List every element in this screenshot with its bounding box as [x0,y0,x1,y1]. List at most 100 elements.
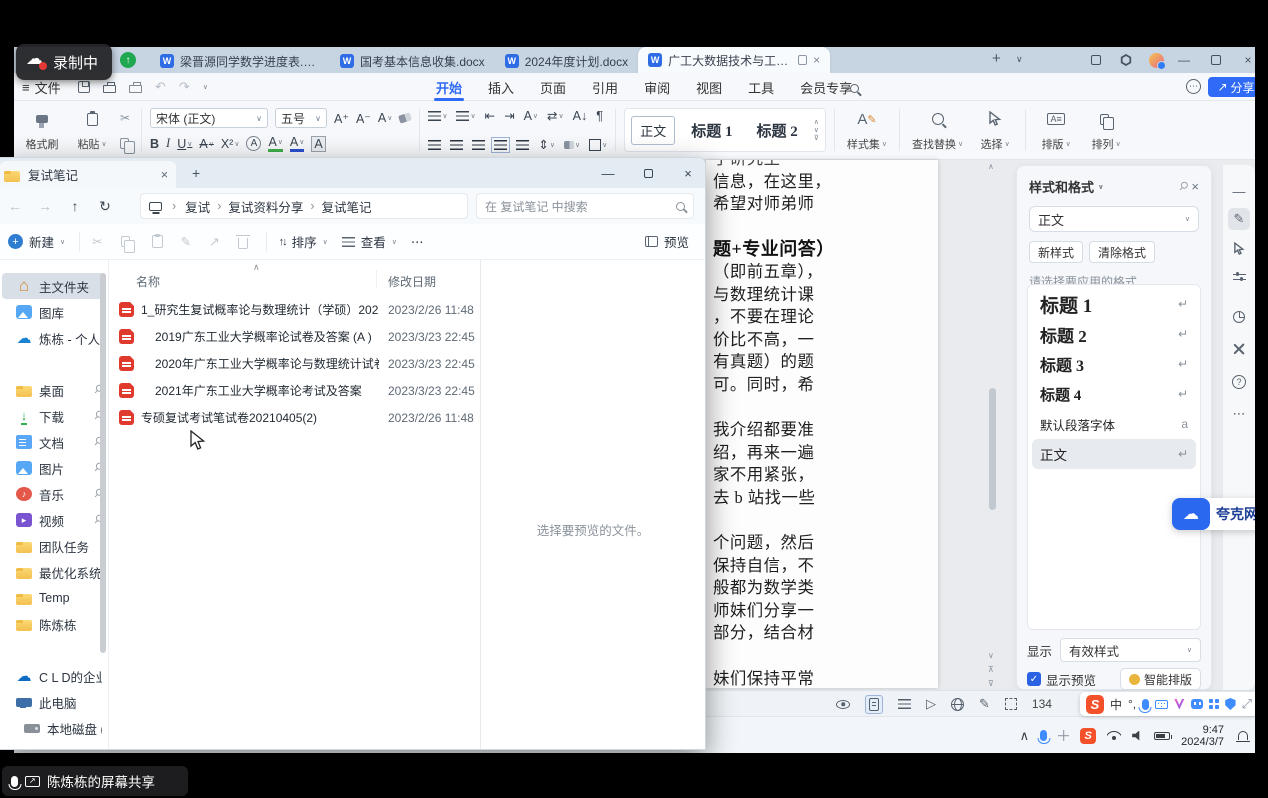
ink-pen-icon[interactable]: ✎ [979,696,990,712]
style-gallery-item[interactable]: 标题 1 [683,116,740,145]
recording-badge[interactable]: 录制中 [16,44,112,80]
fullscreen-icon[interactable] [1005,698,1017,710]
align-right-icon[interactable] [472,140,485,150]
tab-list-caret-icon[interactable]: ∨ [1016,54,1023,65]
increase-font-icon[interactable]: A⁺ [334,111,349,126]
styles-pen-icon[interactable]: ✎ [1228,208,1250,230]
chart-tools-icon[interactable] [1228,306,1250,328]
gallery-down-icon[interactable]: ∨ [814,126,819,134]
print-icon[interactable] [103,85,116,93]
style-set-button[interactable]: A✎ 样式集∨ [843,105,891,155]
italic-icon[interactable]: I [166,136,170,151]
document-tab[interactable]: 2024年度计划.docx × [495,49,638,73]
document-tab[interactable]: 梁晋源同学数学进度表.docx × [150,49,330,73]
bold-icon[interactable]: B [150,137,159,151]
explorer-close-button[interactable]: × [668,158,708,188]
ime-apps-grid-icon[interactable] [1209,699,1219,710]
enclose-char-icon[interactable]: A [246,136,261,151]
explorer-tab[interactable]: 复试笔记 × [0,161,176,188]
ribbon-tab[interactable]: 会员专享 [798,73,854,101]
panel-title-caret-icon[interactable]: ∨ [1098,183,1104,191]
ime-shield-icon[interactable] [1225,698,1235,710]
sidebar-item[interactable]: 陈炼栋 [2,611,106,637]
search-icon[interactable] [850,81,859,96]
pin-panel-icon[interactable] [1179,179,1187,194]
show-marks-icon[interactable]: ¶ [596,109,603,123]
close-button[interactable]: × [1240,52,1255,68]
selection-pane-icon[interactable] [1228,238,1250,260]
style-list-item[interactable]: 正文 ↵ [1032,439,1196,469]
play-presentation-icon[interactable]: ▷ [926,696,936,712]
file-row[interactable]: 2019广东工业大学概率论试卷及答案 (A ) 2023/3/23 22:45 [109,323,480,350]
tray-mic-icon[interactable] [1040,730,1047,741]
strikethrough-icon[interactable]: A∨ [199,137,213,151]
sidebar-item[interactable]: 图库 [2,299,106,325]
explorer-maximize-button[interactable] [628,158,668,188]
print-preview-icon[interactable] [129,85,142,93]
more-commands-icon[interactable]: ⋯ [411,234,424,249]
format-painter-button[interactable]: 格式刷 [20,105,64,155]
prev-page-icon[interactable]: ⊼ [988,665,994,674]
numbered-list-icon[interactable]: ∨ [456,111,475,121]
ribbon-tab[interactable]: 插入 [486,73,516,101]
clear-format-icon[interactable] [398,112,412,123]
scroll-down-icon[interactable]: ∨ [988,651,994,660]
show-filter-select[interactable]: 有效样式 ∨ [1060,638,1201,662]
paste-command-icon[interactable] [152,235,163,248]
minimize-button[interactable]: — [1176,52,1192,68]
collaboration-icon[interactable]: ⋯ [1186,79,1201,94]
upload-status-icon[interactable]: ↑ [120,52,136,68]
explorer-search-input[interactable]: 在 复试笔记 中搜索 [476,193,694,219]
date-column-header[interactable]: 修改日期 [388,273,436,290]
sidebar-item[interactable]: 文档 [2,429,106,455]
style-list-item[interactable]: 标题 4 ↵ [1032,379,1196,409]
select-button[interactable]: 选择∨ [973,105,1017,155]
close-panel-icon[interactable]: × [1191,179,1199,194]
underline-icon[interactable]: U∨ [177,137,192,151]
sidebar-item[interactable]: 图片 [2,455,106,481]
arrange-button[interactable]: 排列∨ [1084,105,1128,155]
scrollbar-thumb[interactable] [989,388,996,510]
sidebar-item[interactable]: 此电脑 [2,689,106,715]
decrease-font-icon[interactable]: A⁻ [356,111,371,126]
tray-sogou-icon[interactable]: S [1080,728,1096,744]
ime-keyboard-icon[interactable] [1155,700,1168,709]
font-size-select[interactable]: 五号∨ [275,108,327,128]
preview-toggle-button[interactable]: 预览 [645,232,689,251]
file-menu[interactable]: ≡ 文件 [22,78,61,97]
file-row[interactable]: 2021年广东工业大学概率论考试及答案 2023/3/23 22:45 [109,377,480,404]
properties-sliders-icon[interactable] [1228,266,1250,288]
breadcrumb-segment[interactable]: 复试笔记 [322,197,386,216]
highlight-color-icon[interactable]: A∨ [268,135,282,152]
quick-tools-icon[interactable] [1228,338,1250,360]
tray-utility-icon[interactable] [1058,730,1069,741]
font-name-select[interactable]: 宋体 (正文)∨ [150,108,268,128]
superscript-icon[interactable]: X²∨ [221,137,240,151]
share-button[interactable]: ↗ 分享 [1208,77,1255,97]
notifications-bell-icon[interactable] [1235,728,1251,744]
hidden-icons-chevron[interactable]: ∧ [1020,728,1030,744]
new-style-button[interactable]: 新样式 [1029,241,1083,263]
new-button[interactable]: + 新建∨ [14,232,65,251]
sidebar-item[interactable]: 下载 [2,403,106,429]
borders-icon[interactable]: ∨ [589,139,607,151]
sidebar-item[interactable]: 桌面 [2,377,106,403]
name-column-header[interactable]: 名称 [136,273,160,290]
save-icon[interactable] [78,81,90,93]
help-icon[interactable]: ? [1228,371,1250,393]
forward-icon[interactable]: → [30,198,60,214]
undo-icon[interactable]: ↶ [155,79,166,95]
justify-icon[interactable] [494,140,507,150]
document-scrollbar[interactable]: ∧ ∨ ⊼ ⊽ [986,162,1000,686]
typeset-button[interactable]: A≡ 排版∨ [1034,105,1078,155]
quark-drive-button[interactable]: ☁ 夸克网盘 [1172,498,1255,530]
volume-icon[interactable] [1132,731,1143,741]
find-replace-button[interactable]: 查找替换∨ [908,105,967,155]
text-effects-icon[interactable]: A∨ [378,111,392,125]
refresh-icon[interactable]: ↻ [90,198,120,215]
sidebar-item[interactable]: 本地磁盘 (C:) [2,715,106,741]
explorer-minimize-button[interactable]: — [588,158,628,188]
char-shading-icon[interactable]: A [311,136,325,152]
ime-assistant-icon[interactable] [1191,699,1203,709]
sidebar-item[interactable]: C L D的企业 [2,663,106,689]
